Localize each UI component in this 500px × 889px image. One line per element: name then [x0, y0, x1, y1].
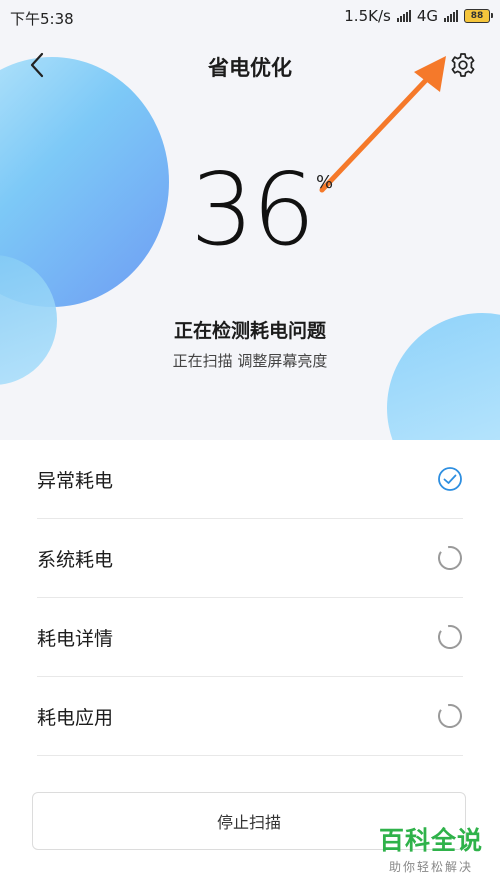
list-item-system[interactable]: 系统耗电 [37, 519, 463, 598]
list-item-details[interactable]: 耗电详情 [37, 598, 463, 677]
battery-level: 88 [470, 11, 484, 21]
list-item-apps[interactable]: 耗电应用 [37, 677, 463, 756]
progress-unit: % [316, 172, 334, 193]
page-title: 省电优化 [208, 56, 292, 80]
list-item-label: 系统耗电 [37, 548, 114, 571]
scan-subtitle: 正在扫描 调整屏幕亮度 [172, 352, 328, 370]
network-type: 4G [416, 7, 438, 25]
watermark-main: 百科全说 [378, 826, 483, 855]
signal-icon [396, 10, 411, 22]
check-circle-icon [438, 467, 462, 491]
loading-spinner-icon [438, 704, 462, 728]
gear-icon [451, 53, 475, 77]
list-item-label: 异常耗电 [37, 469, 114, 492]
loading-spinner-icon [438, 625, 462, 649]
watermark-sub: 助你轻松解决 [388, 860, 473, 874]
loading-spinner-icon [438, 546, 462, 570]
scan-title: 正在检测耗电问题 [173, 320, 326, 342]
settings-button[interactable] [448, 50, 478, 80]
status-indicators: 1.5K/s 4G 88 [344, 7, 493, 25]
watermark: 百科全说 助你轻松解决 [375, 826, 487, 875]
signal-icon-2 [444, 10, 458, 22]
list-item-label: 耗电应用 [37, 706, 114, 729]
check-list: 异常耗电 系统耗电 耗电详情 耗电应用 [0, 440, 500, 756]
net-speed: 1.5K/s [344, 7, 391, 25]
status-time: 下午5:38 [10, 10, 74, 28]
status-bar: 下午5:38 1.5K/s 4G 88 [0, 0, 500, 34]
progress-value: 36 [190, 151, 315, 268]
list-item-label: 耗电详情 [37, 627, 114, 650]
list-item-abnormal[interactable]: 异常耗电 [37, 440, 463, 519]
battery-icon: 88 [464, 9, 493, 23]
